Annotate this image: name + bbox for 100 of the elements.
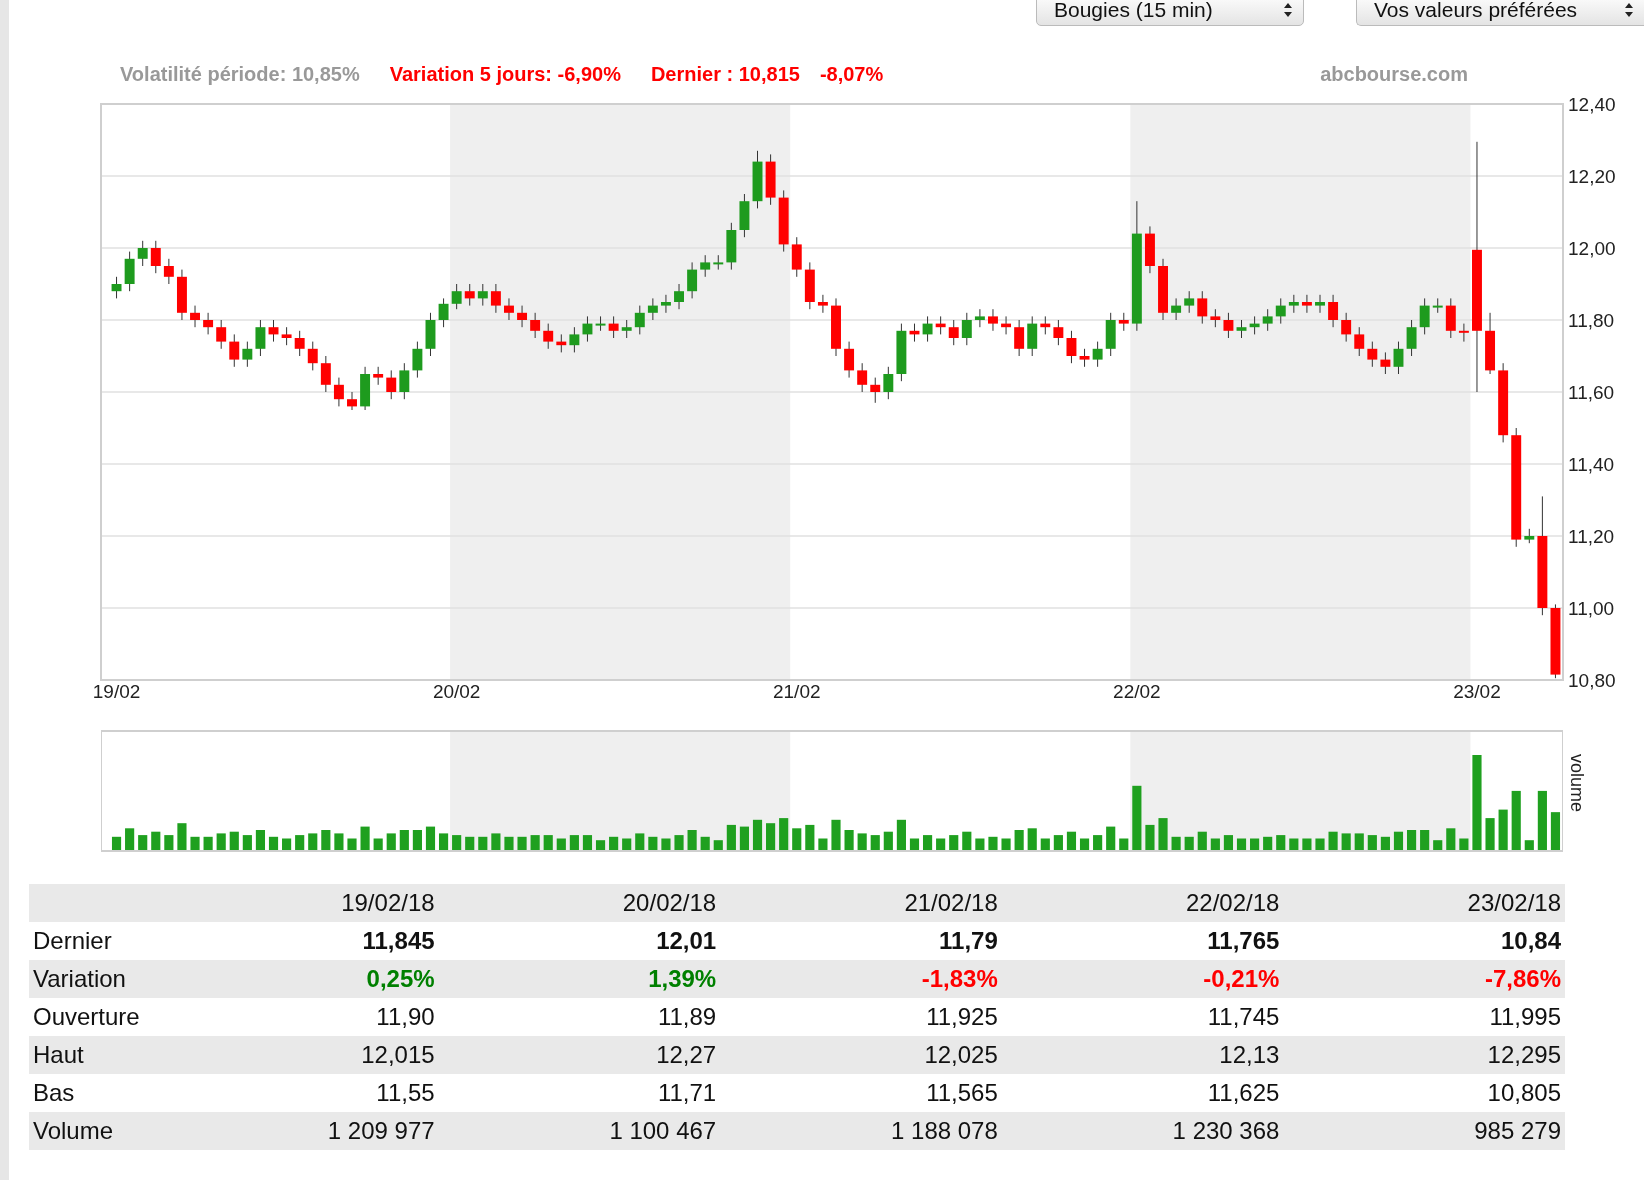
falling-candle	[216, 319, 227, 350]
falling-candle	[988, 308, 998, 332]
y-axis-label: 11,20	[1568, 526, 1615, 547]
x-axis-label: 22/02	[1113, 681, 1161, 702]
rising-candle	[124, 251, 135, 292]
table-cell-text: -7,86%	[1483, 965, 1561, 993]
table-cell-text: 10,805	[1486, 1079, 1561, 1107]
rising-candle	[661, 294, 671, 314]
falling-candle	[608, 315, 619, 339]
dropdown[interactable]: Vos valeurs préférées	[1356, 0, 1644, 26]
falling-candle	[817, 294, 828, 314]
falling-candle	[1354, 326, 1365, 357]
falling-candle	[1118, 312, 1129, 332]
falling-candle	[1210, 308, 1221, 328]
rising-candle	[621, 319, 632, 339]
rising-candle	[896, 323, 907, 382]
rising-candle	[1236, 319, 1247, 339]
rising-candle	[1419, 297, 1430, 335]
table-cell-text: 1,39%	[647, 965, 717, 993]
x-axis-label: 23/02	[1453, 681, 1501, 702]
rising-candle	[1275, 297, 1286, 325]
rising-candle	[1406, 319, 1417, 357]
row-label: Volume	[33, 1117, 115, 1145]
y-axis-label: 11,40	[1568, 454, 1615, 475]
rising-candle	[687, 261, 698, 299]
falling-candle	[150, 240, 161, 274]
rising-candle	[739, 193, 750, 238]
rising-candle	[1249, 315, 1260, 335]
x-axis-label: 20/02	[432, 681, 481, 702]
up-down-arrows-icon	[1624, 2, 1634, 18]
y-axis-label: 11,60	[1568, 382, 1615, 403]
rising-candle	[1262, 308, 1273, 332]
falling-candle	[1458, 323, 1469, 343]
y-axis-label: 11,80	[1568, 310, 1615, 331]
falling-candle	[765, 153, 776, 206]
table-cell-text: -1,83%	[920, 965, 998, 993]
up-down-arrows-icon	[1283, 2, 1293, 18]
falling-candle	[347, 391, 357, 411]
rising-candle	[242, 341, 253, 368]
falling-candle	[229, 333, 240, 368]
falling-candle	[831, 297, 841, 357]
table-cell-text: 1 100 467	[608, 1117, 717, 1145]
rising-candle	[438, 297, 449, 328]
falling-candle	[844, 341, 855, 379]
volume-label: volume	[1567, 754, 1587, 813]
table-cell-text: 1 188 078	[890, 1117, 998, 1145]
rising-candle	[647, 297, 658, 321]
rising-candle	[974, 308, 985, 328]
x-axis-label: 21/02	[773, 681, 821, 702]
table-cell-text: 11,565	[925, 1079, 998, 1107]
stat-text: Dernier : 10,815	[650, 62, 800, 86]
column-header: 19/02/18	[340, 889, 435, 917]
rising-candle	[412, 341, 423, 379]
rising-candle	[1288, 294, 1299, 314]
table-cell-text: 11,745	[1206, 1003, 1280, 1031]
falling-candle	[1079, 348, 1090, 368]
table-cell-text: 12,13	[1218, 1041, 1280, 1069]
falling-candle	[203, 312, 214, 335]
rising-candle	[1092, 341, 1103, 368]
rising-candle	[425, 312, 436, 357]
table-cell-text: 11,89	[656, 1003, 717, 1031]
falling-candle	[1485, 312, 1495, 375]
table-cell-text: 12,01	[655, 927, 717, 955]
rising-candle	[451, 283, 462, 310]
falling-candle	[268, 319, 279, 343]
rising-candle	[752, 150, 763, 209]
rising-candle	[111, 276, 122, 299]
rising-candle	[1393, 341, 1404, 375]
falling-candle	[1066, 330, 1077, 364]
falling-candle	[1445, 297, 1456, 339]
table-cell-text: 0,25%	[365, 965, 435, 993]
table-cell-text: 11,845	[361, 927, 435, 955]
rising-candle	[713, 254, 724, 271]
table-cell-text: 11,55	[375, 1079, 435, 1107]
rising-candle	[674, 283, 684, 310]
stat-text: -8,07%	[819, 62, 884, 86]
falling-candle	[490, 283, 501, 314]
table-cell-text: -0,21%	[1202, 965, 1280, 993]
falling-candle	[281, 326, 292, 346]
column-header: 22/02/18	[1184, 889, 1280, 917]
table-cell-text: 11,765	[1206, 927, 1280, 955]
stat-text: Volatilité période: 10,85%	[120, 62, 360, 86]
falling-candle	[1341, 312, 1352, 343]
falling-candle	[556, 333, 567, 353]
rising-candle	[1171, 297, 1182, 321]
table-cell-text: 11,79	[938, 927, 998, 955]
falling-candle	[530, 312, 541, 339]
falling-candle	[190, 305, 200, 328]
dropdown[interactable]: Bougies (15 min)	[1036, 0, 1304, 26]
y-axis-label: 10,80	[1568, 670, 1616, 691]
falling-candle	[1158, 258, 1168, 321]
table-cell-text: 12,27	[655, 1041, 717, 1069]
rising-candle	[360, 366, 371, 411]
table-cell-text: 12,015	[360, 1041, 435, 1069]
falling-candle	[373, 366, 384, 386]
y-axis-label: 12,00	[1568, 238, 1616, 259]
rising-candle	[1524, 528, 1535, 544]
falling-candle	[386, 369, 397, 400]
falling-candle	[163, 258, 174, 285]
rising-candle	[961, 312, 972, 346]
